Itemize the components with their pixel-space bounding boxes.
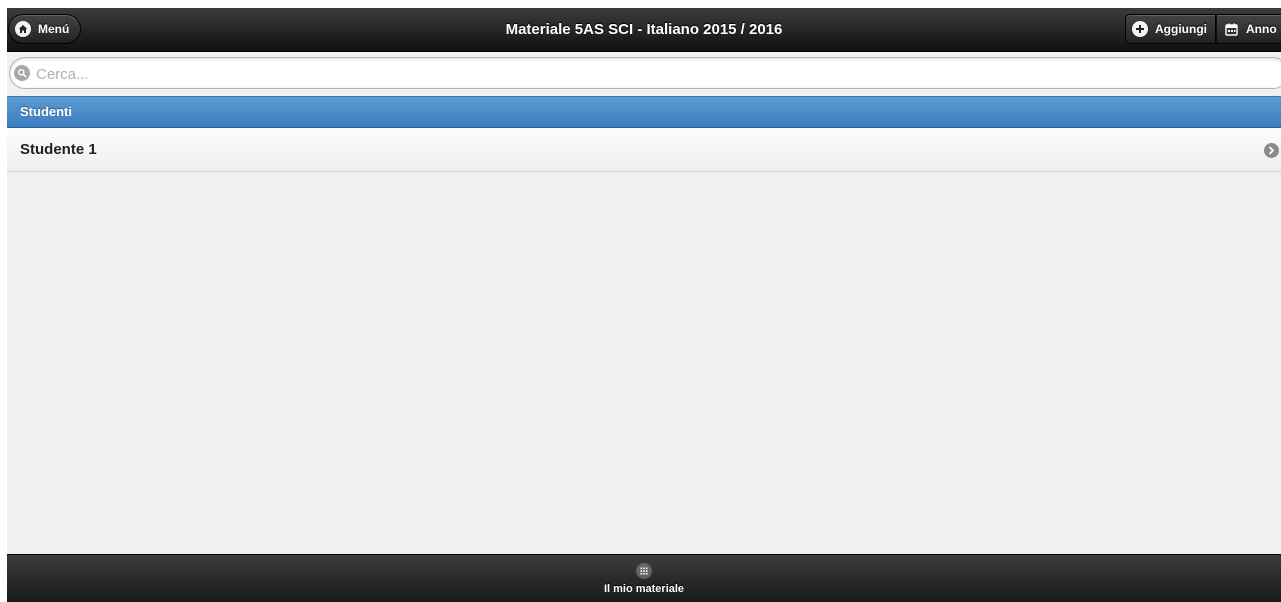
plus-icon [1132,21,1148,37]
search-input[interactable] [34,62,1238,86]
chevron-right-icon [1264,143,1279,158]
add-button-label: Aggiungi [1155,22,1207,36]
search-field[interactable] [9,57,1281,89]
add-button[interactable]: Aggiungi [1125,14,1216,44]
year-button[interactable]: Anno [1216,14,1281,44]
page-title: Materiale 5AS SCI - Italiano 2015 / 2016 [505,21,783,38]
app-page: Materiale 5AS SCI - Italiano 2015 / 2016… [7,8,1281,602]
search-bar [7,52,1281,95]
grid-icon [636,563,652,579]
menu-button-label: Menú [38,22,70,36]
search-icon [14,65,30,81]
home-icon [15,21,31,37]
list-item-label: Studente 1 [20,141,97,158]
footer-navbar: Il mio materiale [7,554,1281,602]
calendar-icon [1224,22,1238,36]
menu-button[interactable]: Menú [8,14,81,44]
year-button-label: Anno [1246,22,1277,36]
my-material-label: Il mio materiale [603,583,685,595]
list-item-student[interactable]: Studente 1 [7,128,1281,172]
my-material-button[interactable]: Il mio materiale [7,555,1281,602]
list-divider-students: Studenti [7,96,1281,128]
header-bar: Materiale 5AS SCI - Italiano 2015 / 2016… [7,8,1281,52]
